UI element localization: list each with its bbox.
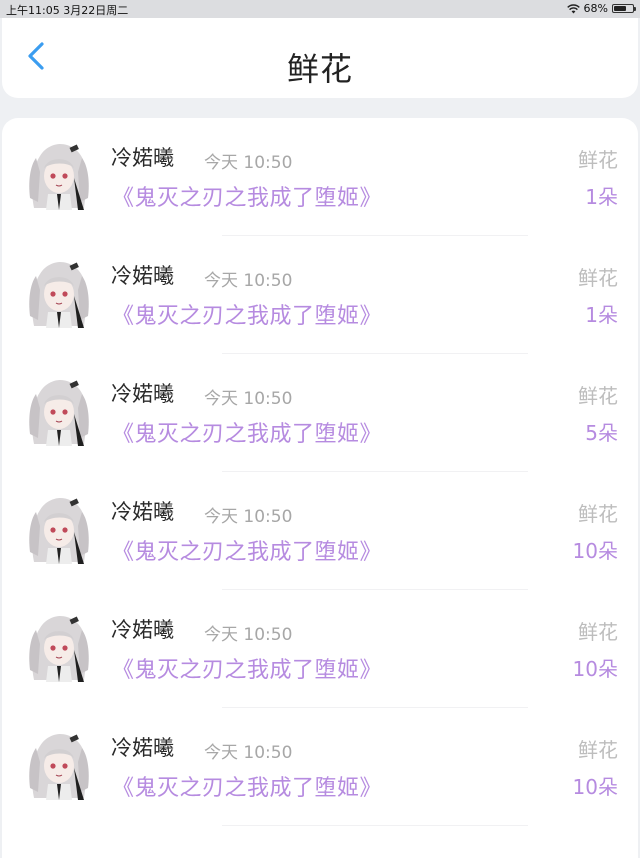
record-time: 今天 10:50 xyxy=(204,743,293,763)
book-title[interactable]: 《鬼灭之刃之我成了堕姬》 xyxy=(112,652,382,684)
avatar-image xyxy=(24,610,94,682)
flower-record-row[interactable]: 冷婼曦 今天 10:50 《鬼灭之刃之我成了堕姬》 鲜花 10朵 xyxy=(2,590,638,708)
avatar-image xyxy=(24,492,94,564)
flower-record-row[interactable]: 冷婼曦 今天 10:50 《鬼灭之刃之我成了堕姬》 鲜花 5朵 xyxy=(2,354,638,472)
record-time: 今天 10:50 xyxy=(204,271,293,291)
status-indicators: 68% xyxy=(566,2,636,15)
row-divider xyxy=(222,825,528,826)
gift-type: 鲜花 xyxy=(578,502,618,526)
flower-record-row[interactable]: 冷婼曦 今天 10:50 《鬼灭之刃之我成了堕姬》 鲜花 1朵 xyxy=(2,236,638,354)
gift-type: 鲜花 xyxy=(578,266,618,290)
wifi-icon xyxy=(566,3,580,13)
gift-count: 1朵 xyxy=(585,185,618,209)
sender-name[interactable]: 冷婼曦 xyxy=(111,496,174,526)
sender-name[interactable]: 冷婼曦 xyxy=(111,732,174,762)
sender-name[interactable]: 冷婼曦 xyxy=(111,614,174,644)
sender-name[interactable]: 冷婼曦 xyxy=(111,260,174,290)
avatar[interactable] xyxy=(24,374,94,446)
record-time: 今天 10:50 xyxy=(204,153,293,173)
page-title: 鲜花 xyxy=(286,50,353,88)
avatar[interactable] xyxy=(24,256,94,328)
navigation-bar: 鲜花 xyxy=(2,18,638,98)
flower-record-list: 冷婼曦 今天 10:50 《鬼灭之刃之我成了堕姬》 鲜花 1朵 冷婼曦 今天 1… xyxy=(2,118,638,858)
book-title[interactable]: 《鬼灭之刃之我成了堕姬》 xyxy=(112,298,382,330)
flower-record-row[interactable]: 冷婼曦 今天 10:50 《鬼灭之刃之我成了堕姬》 鲜花 10朵 xyxy=(2,472,638,590)
flower-record-row[interactable]: 冷婼曦 今天 10:50 《鬼灭之刃之我成了堕姬》 鲜花 10朵 xyxy=(2,708,638,826)
gift-type: 鲜花 xyxy=(578,738,618,762)
flower-record-row[interactable]: 冷婼曦 今天 10:50 《鬼灭之刃之我成了堕姬》 鲜花 1朵 xyxy=(2,118,638,236)
avatar-image xyxy=(24,728,94,800)
book-title[interactable]: 《鬼灭之刃之我成了堕姬》 xyxy=(112,534,382,566)
avatar[interactable] xyxy=(24,728,94,800)
status-bar: 上午11:05 3月22日周二 68% xyxy=(0,0,640,18)
battery-percent: 68% xyxy=(583,2,608,15)
book-title[interactable]: 《鬼灭之刃之我成了堕姬》 xyxy=(112,416,382,448)
gift-count: 1朵 xyxy=(585,303,618,327)
battery-icon xyxy=(612,4,636,13)
gift-count: 10朵 xyxy=(572,657,618,681)
avatar[interactable] xyxy=(24,492,94,564)
record-time: 今天 10:50 xyxy=(204,389,293,409)
status-time-date: 上午11:05 3月22日周二 xyxy=(6,4,129,17)
book-title[interactable]: 《鬼灭之刃之我成了堕姬》 xyxy=(112,770,382,802)
sender-name[interactable]: 冷婼曦 xyxy=(111,142,174,172)
gift-count: 10朵 xyxy=(572,775,618,799)
avatar-image xyxy=(24,138,94,210)
sender-name[interactable]: 冷婼曦 xyxy=(111,378,174,408)
avatar[interactable] xyxy=(24,610,94,682)
gift-type: 鲜花 xyxy=(578,148,618,172)
record-time: 今天 10:50 xyxy=(204,507,293,527)
avatar-image xyxy=(24,256,94,328)
avatar[interactable] xyxy=(24,138,94,210)
record-time: 今天 10:50 xyxy=(204,625,293,645)
gift-type: 鲜花 xyxy=(578,384,618,408)
gift-count: 5朵 xyxy=(585,421,618,445)
avatar-image xyxy=(24,374,94,446)
gift-type: 鲜花 xyxy=(578,620,618,644)
gift-count: 10朵 xyxy=(572,539,618,563)
book-title[interactable]: 《鬼灭之刃之我成了堕姬》 xyxy=(112,180,382,212)
